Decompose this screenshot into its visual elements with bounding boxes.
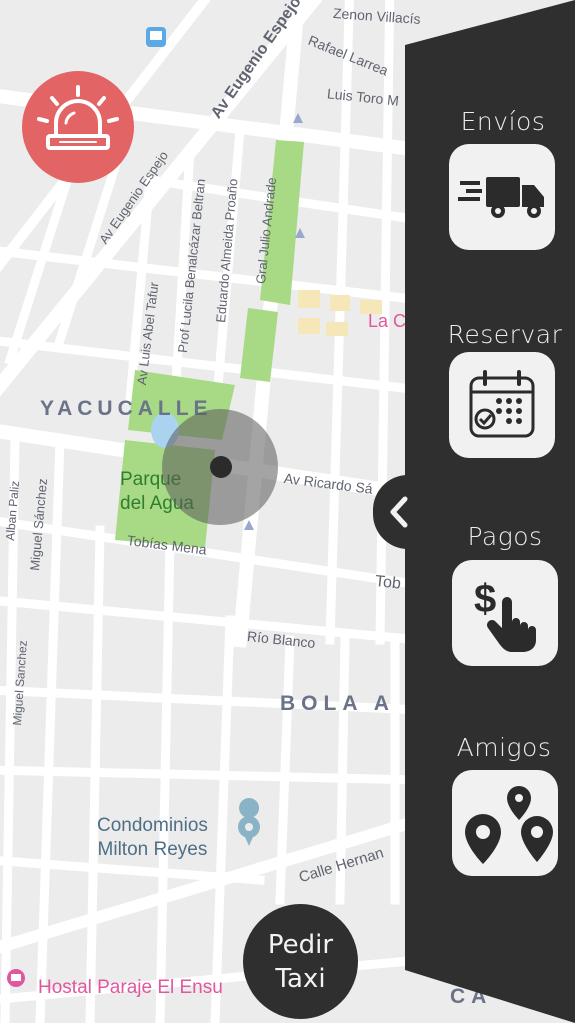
reservar-button[interactable] [449,352,555,458]
pedir-taxi-button[interactable]: Pedir Taxi [243,904,358,1019]
menu-label-envios: Envíos [460,107,546,136]
pedir-taxi-line2: Taxi [275,963,326,994]
neighborhood-label: YACUCALLE [40,397,213,420]
hostal-label: Hostal Paraje El Ensu [38,977,223,998]
menu-label-amigos: Amigos [456,733,552,762]
envios-button[interactable] [449,144,555,250]
condo-label: Condominios Milton Reyes [97,814,208,862]
collapse-menu-button[interactable] [373,475,443,549]
location-pins-icon [465,786,553,864]
menu-label-reservar: Reservar [447,320,563,349]
delivery-truck-icon [458,177,544,218]
alarm-button[interactable] [22,71,134,183]
condo-label-line1: Condominios [97,815,208,836]
menu-label-pagos: Pagos [467,522,543,551]
pagos-button[interactable]: $ [452,560,558,666]
neighborhood-label: BOLA A [280,692,395,715]
poi-label: La C [368,311,407,331]
siren-icon [37,85,119,150]
street-label: Tob [374,573,402,593]
payment-hand-icon: $ [474,577,536,652]
svg-text:$: $ [474,577,496,621]
pedir-taxi-line1: Pedir [267,929,334,960]
current-location-dot [210,456,232,478]
calendar-icon [469,370,535,438]
chevron-left-icon [390,496,408,528]
amigos-button[interactable] [452,770,558,876]
condo-label-line2: Milton Reyes [97,839,208,860]
